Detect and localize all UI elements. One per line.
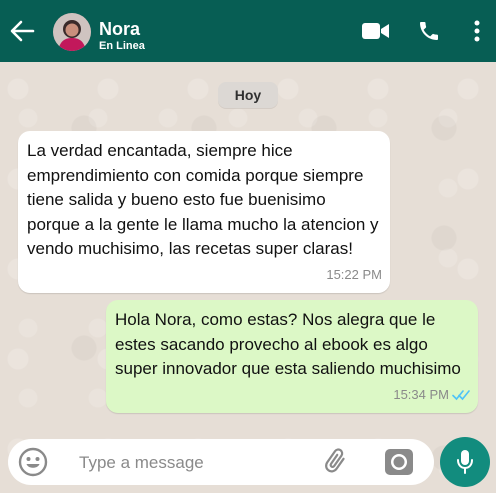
contact-name[interactable]: Nora <box>99 19 140 40</box>
arrow-left-icon <box>10 20 35 42</box>
microphone-icon <box>457 450 473 474</box>
message-time: 15:22 PM <box>326 266 382 282</box>
message-timestamp: 15:22 PM <box>326 263 382 288</box>
outgoing-message[interactable]: Hola Nora, como estas? Nos alegra que le… <box>106 300 478 413</box>
attach-button[interactable] <box>322 447 352 477</box>
avatar-image <box>53 13 91 51</box>
voice-call-button[interactable] <box>415 16 443 46</box>
contact-status: En Linea <box>99 40 145 52</box>
message-input[interactable]: Type a message <box>79 453 204 473</box>
double-check-icon <box>452 389 470 400</box>
video-camera-icon <box>362 23 389 39</box>
message-timestamp: 15:34 PM <box>393 383 470 408</box>
incoming-message[interactable]: La verdad encantada, siempre hice empren… <box>18 131 390 293</box>
message-text: Hola Nora, como estas? Nos alegra que le… <box>115 310 461 378</box>
avatar[interactable] <box>53 13 91 51</box>
day-divider: Hoy <box>218 82 278 108</box>
message-time: 15:34 PM <box>393 386 449 402</box>
more-vert-icon <box>474 20 480 42</box>
camera-icon <box>385 449 413 475</box>
camera-button[interactable] <box>383 446 415 478</box>
phone-icon <box>420 22 438 40</box>
menu-button[interactable] <box>468 16 486 46</box>
chat-header: Nora En Linea <box>0 0 496 62</box>
message-composer: Type a message <box>8 439 434 485</box>
message-text: La verdad encantada, siempre hice empren… <box>27 141 379 258</box>
paperclip-icon <box>325 448 345 473</box>
emoji-icon <box>18 447 48 477</box>
emoji-button[interactable] <box>18 447 48 477</box>
voice-record-button[interactable] <box>440 437 490 487</box>
video-call-button[interactable] <box>360 16 392 46</box>
back-button[interactable] <box>8 17 36 45</box>
